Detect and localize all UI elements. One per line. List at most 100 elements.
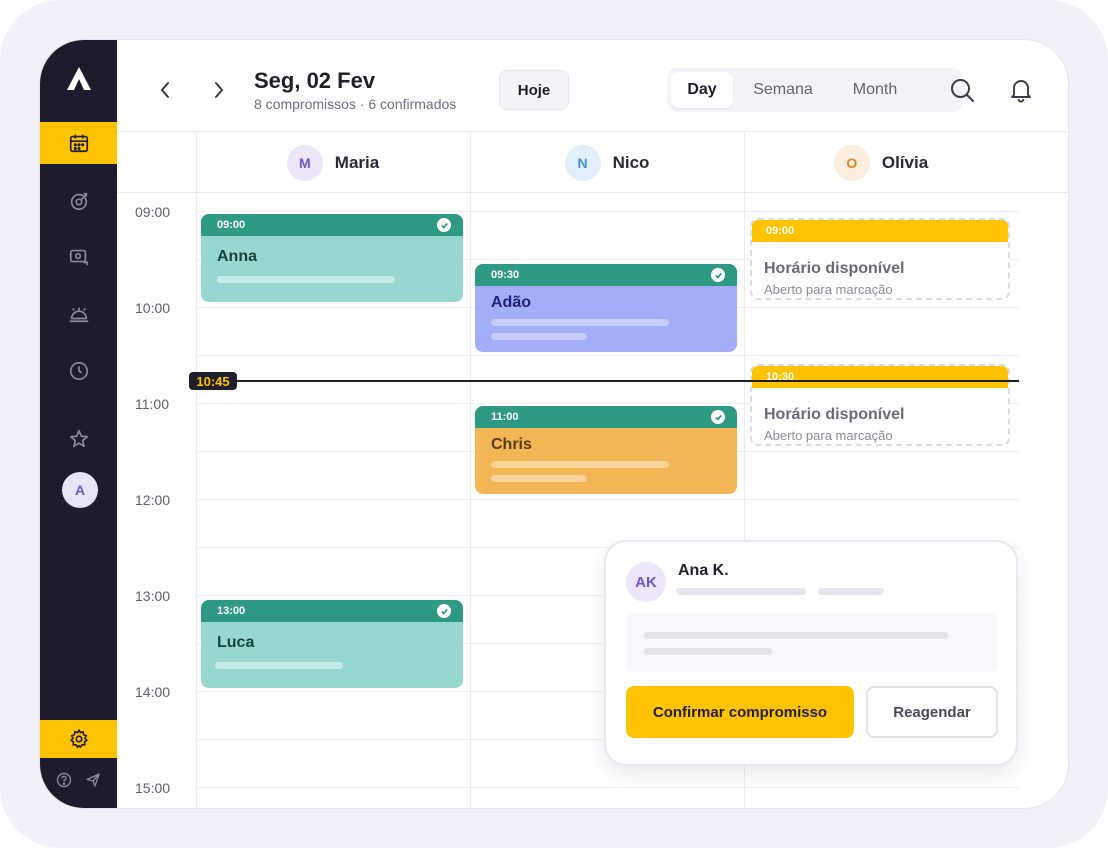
sidebar-footer	[40, 760, 117, 800]
slot-subtitle: Aberto para marcação	[764, 282, 893, 297]
avatar: O	[833, 145, 870, 181]
placeholder-bar	[491, 319, 669, 326]
user-avatar[interactable]: A	[62, 472, 98, 508]
device-frame: A Seg, 02 Fev 8 compromissos · 6 confirm…	[0, 0, 1108, 848]
view-week-button[interactable]: Semana	[733, 72, 833, 108]
appointment-time: 11:00	[491, 411, 519, 423]
sidebar: A	[40, 40, 117, 808]
sidebar-item-payments[interactable]	[40, 236, 117, 278]
slot-time: 10:30	[752, 366, 1008, 388]
appointment-header: 13:00	[201, 600, 463, 622]
reschedule-button[interactable]: Reagendar	[866, 686, 998, 738]
app-window: A Seg, 02 Fev 8 compromissos · 6 confirm…	[40, 40, 1068, 808]
grid-line	[196, 787, 1019, 788]
time-label: 15:00	[135, 780, 171, 796]
appointment-adao[interactable]: 09:30 Adão	[475, 264, 737, 352]
available-slot[interactable]: 09:00 Horário disponível Aberto para mar…	[750, 218, 1010, 300]
placeholder-bar	[644, 632, 948, 639]
time-label: 13:00	[135, 588, 171, 604]
slot-subtitle: Aberto para marcação	[764, 428, 893, 443]
chevron-left-icon	[160, 82, 169, 98]
money-icon	[69, 249, 88, 266]
current-time-badge: 10:45	[189, 372, 237, 390]
appointment-anna[interactable]: 09:00 Anna	[201, 214, 463, 302]
appointment-header: 11:00	[475, 406, 737, 428]
divider	[117, 192, 1068, 193]
view-day-button[interactable]: Day	[671, 72, 733, 108]
star-icon	[69, 429, 88, 448]
time-label: 11:00	[135, 396, 169, 412]
time-label: 12:00	[135, 492, 171, 508]
sidebar-item-calendar[interactable]	[40, 122, 117, 164]
grid-line	[196, 211, 1019, 212]
client-name: Chris	[491, 436, 532, 453]
placeholder-bar	[491, 475, 587, 482]
slot-title: Horário disponível	[764, 406, 905, 423]
search-button[interactable]	[948, 76, 976, 104]
confirmed-check-icon	[437, 218, 451, 232]
previous-day-button[interactable]	[155, 78, 175, 102]
placeholder-bar	[491, 461, 669, 468]
confirmed-check-icon	[437, 604, 451, 618]
today-button[interactable]: Hoje	[499, 70, 569, 110]
bell-icon	[1011, 80, 1031, 103]
sidebar-item-settings[interactable]	[40, 720, 117, 758]
client-name: Anna	[217, 248, 257, 265]
next-day-button[interactable]	[209, 78, 229, 102]
notifications-button[interactable]	[1007, 76, 1035, 104]
time-label: 10:00	[135, 300, 171, 316]
placeholder-bar	[644, 648, 772, 655]
column-header-olivia[interactable]: O Olívia	[744, 134, 1018, 192]
sidebar-item-favorites[interactable]	[40, 418, 117, 460]
column-divider	[470, 132, 471, 808]
client-name: Luca	[217, 634, 255, 651]
placeholder-bar	[491, 333, 587, 340]
appointment-chris[interactable]: 11:00 Chris	[475, 406, 737, 494]
chevron-right-icon	[215, 82, 224, 98]
avatar: N	[564, 145, 601, 181]
placeholder-bar	[818, 588, 884, 595]
confirmed-check-icon	[711, 410, 725, 424]
search-icon	[951, 79, 974, 102]
calendar-icon	[69, 134, 88, 153]
settings-icon	[69, 728, 88, 749]
staff-name: Maria	[334, 153, 380, 172]
appointment-header: 09:30	[475, 264, 737, 286]
placeholder-bar	[217, 276, 395, 283]
appointment-luca[interactable]: 13:00 Luca	[201, 600, 463, 688]
details-box	[626, 614, 998, 672]
clock-icon	[69, 361, 88, 381]
confirm-appointment-button[interactable]: Confirmar compromisso	[626, 686, 854, 738]
app-logo	[67, 67, 91, 90]
placeholder-bar	[215, 662, 343, 669]
appointment-time: 13:00	[217, 605, 246, 617]
column-header-nico[interactable]: N Nico	[470, 134, 744, 192]
appointment-popup: AK Ana K. Confirmar compromisso Reagenda…	[604, 540, 1018, 766]
calendar-header: Seg, 02 Fev 8 compromissos · 6 confirmad…	[117, 40, 1068, 132]
staff-name: Nico	[612, 153, 650, 172]
staff-name: Olívia	[881, 153, 929, 172]
current-time-line	[237, 380, 1019, 382]
slot-time: 09:00	[752, 220, 1008, 242]
target-icon	[70, 192, 87, 211]
slot-title: Horário disponível	[764, 260, 905, 277]
send-icon[interactable]	[85, 772, 101, 788]
help-icon[interactable]	[56, 772, 72, 788]
appointment-time: 09:00	[217, 219, 246, 231]
avatar: M	[286, 145, 323, 181]
view-month-button[interactable]: Month	[833, 72, 917, 108]
view-switcher: Day Semana Month	[667, 68, 963, 112]
sidebar-item-goals[interactable]	[40, 180, 117, 222]
available-slot[interactable]: 10:30 Horário disponível Aberto para mar…	[750, 364, 1010, 446]
column-divider	[196, 132, 197, 808]
confirmed-check-icon	[711, 268, 725, 282]
appointment-header: 09:00	[201, 214, 463, 236]
sidebar-item-services[interactable]	[40, 292, 117, 334]
sidebar-item-history[interactable]	[40, 350, 117, 392]
time-label: 09:00	[135, 204, 171, 220]
grid-line	[196, 499, 1019, 500]
column-header-maria[interactable]: M Maria	[196, 134, 470, 192]
time-label: 14:00	[135, 684, 171, 700]
client-name: Ana K.	[678, 562, 729, 579]
avatar: AK	[626, 562, 666, 602]
